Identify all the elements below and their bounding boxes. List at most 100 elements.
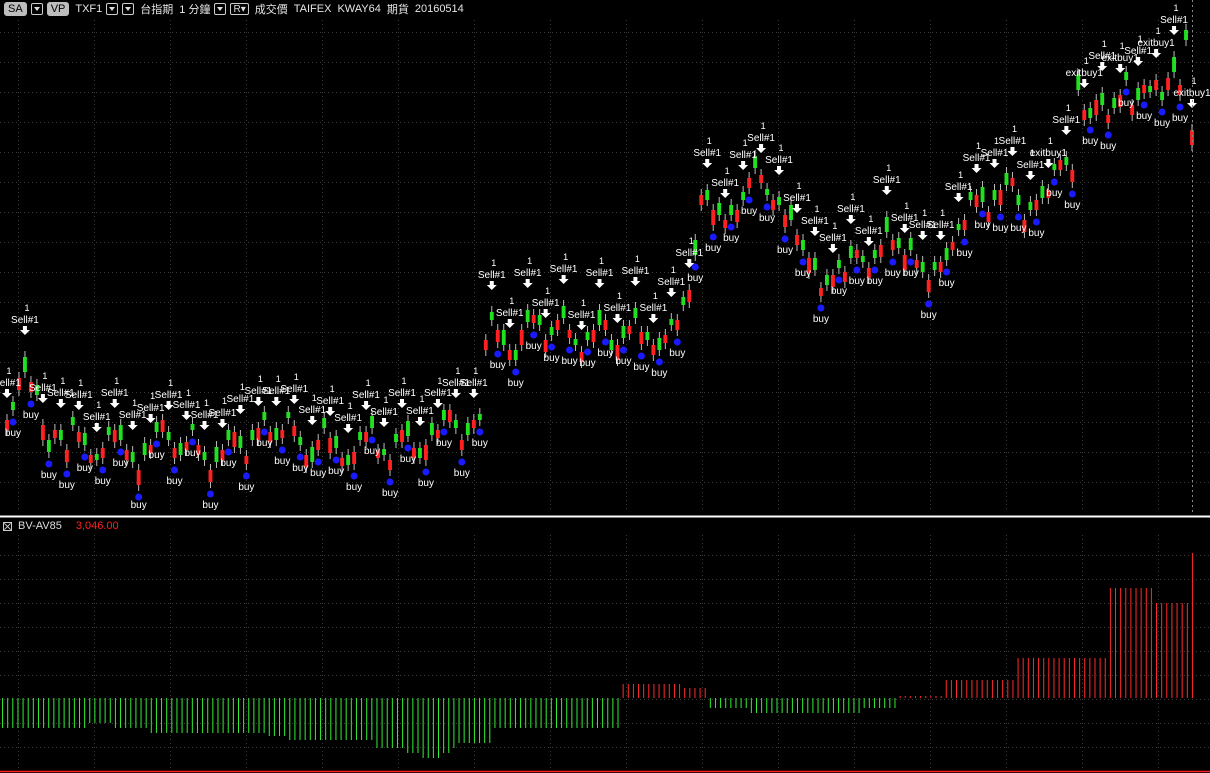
sell-signal-label: Sell#1 [657,277,685,288]
buy-signal-label: buy [274,456,290,467]
down-arrow-icon [576,321,587,330]
buy-marker [817,304,825,312]
candle-body [771,200,776,210]
sell-signal-label: Sell#1 [622,266,650,277]
candle-body [729,205,734,215]
down-arrow-icon [271,397,282,406]
buy-signal-label: buy [238,482,254,493]
down-arrow-icon [1061,126,1072,135]
candle-body [890,240,895,250]
sell-signal-label: Sell#1 [65,390,93,401]
candle-body [896,238,901,248]
sell-qty-label: 1 [204,398,209,408]
sell-signal-label: Sell#1 [514,268,542,279]
down-arrow-icon [486,281,497,290]
sell-signal-label: Sell#1 [783,193,811,204]
sell-signal-label: Sell#1 [981,148,1009,159]
sell-qty-label: 1 [42,371,47,381]
candle-body [465,423,470,435]
candle-body [603,320,608,330]
buy-marker [189,438,197,446]
candle-body [1142,85,1147,93]
sell-signal-label: Sell#1 [765,155,793,166]
r-button[interactable]: R▾ [230,3,249,15]
candle-body [801,240,805,250]
buy-signal-label: buy [615,356,631,367]
sell-signal-label: Sell#1 [460,378,488,389]
close-icon[interactable] [3,521,12,531]
sell-signal-label: Sell#1 [209,408,237,419]
down-arrow-icon [522,279,533,288]
sa-dropdown-icon[interactable] [30,3,43,15]
interval-dropdown-icon[interactable] [214,3,227,15]
candle-body [1040,186,1045,198]
candle-body [328,438,333,453]
buy-marker [871,266,879,274]
candle-body [322,418,327,428]
down-arrow-icon [1169,26,1180,35]
symbol-name: 台指期 [140,4,174,16]
buy-marker [1050,178,1058,186]
candle-body [836,260,841,268]
vp-button[interactable]: VP [46,2,70,16]
buy-marker [314,458,322,466]
sell-qty-label: 1 [348,401,353,411]
sell-signal-label: exitbuy1 [1030,148,1068,159]
list-dropdown-icon[interactable] [122,3,135,15]
sell-qty-label: 1 [1012,124,1017,134]
chart-toolbar: SA VP TXF1 台指期 1 分鐘 R▾ 成交價 TAIFEX KWAY64… [0,0,1210,18]
candle-body [884,217,889,232]
candle-body [914,260,919,268]
candle-body [687,290,692,302]
candle-body [980,187,985,202]
symbol-dropdown-icon[interactable] [106,3,119,15]
sell-qty-label: 1 [294,372,299,382]
buy-marker [584,348,592,356]
candle-body [100,448,105,458]
buy-signal-label: buy [795,268,811,279]
buy-signal-label: buy [364,446,380,457]
candle-body [507,350,512,360]
candle-body [106,427,111,435]
candle-body [1106,115,1111,123]
candle-body [292,426,297,436]
sell-qty-label: 1 [671,265,676,275]
sell-qty-label: 1 [689,236,694,246]
sell-signal-label: Sell#1 [0,378,21,389]
candle-body [382,449,386,455]
buy-signal-label: buy [346,482,362,493]
sell-signal-label: Sell#1 [711,178,739,189]
buy-marker [458,458,466,466]
candle-body [190,424,195,430]
candle-body [1004,173,1009,185]
sell-signal-label: Sell#1 [478,270,506,281]
buy-marker [1014,213,1022,221]
buy-marker [637,352,645,360]
strategy-label: KWAY64 [337,3,381,15]
candle-body [645,332,650,340]
price-type: 成交價 [254,4,288,16]
buy-marker [907,258,915,266]
sell-qty-label: 1 [814,204,819,214]
buy-signal-label: buy [1100,141,1116,152]
buy-marker [260,428,268,436]
candle-body [394,434,398,442]
down-arrow-icon [738,161,749,170]
buy-signal-label: buy [1064,200,1080,211]
candle-body [501,330,506,345]
buy-signal-label: buy [220,458,236,469]
buy-signal-label: buy [1154,118,1170,129]
buy-marker [530,331,538,339]
sell-signal-label: Sell#1 [568,310,596,321]
volume-bars [2,553,1193,758]
buy-signal-label: buy [184,448,200,459]
down-arrow-icon [432,399,443,408]
candle-body [172,448,177,458]
buy-marker [99,466,107,474]
buy-marker [63,470,71,478]
sa-button[interactable]: SA [4,2,27,16]
candle-body [777,197,781,205]
buy-signal-label: buy [651,368,667,379]
buy-marker [727,223,735,231]
buy-marker [1086,126,1094,134]
